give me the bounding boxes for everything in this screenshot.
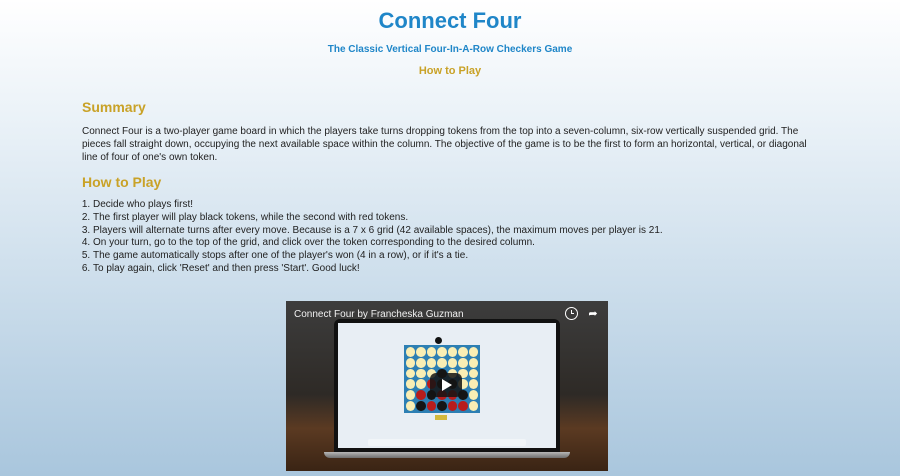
board-cell — [458, 347, 468, 357]
page-title: Connect Four — [378, 8, 522, 33]
step-item: On your turn, go to the top of the grid,… — [93, 237, 813, 250]
video-embed[interactable]: Connect Four by Francheska Guzman ➦ — [286, 301, 608, 471]
board-cell — [437, 357, 447, 368]
board-cell — [406, 379, 416, 390]
board-cell — [447, 401, 458, 411]
board-cell — [416, 347, 426, 357]
summary-text: Connect Four is a two-player game board … — [82, 126, 807, 163]
board-cell — [406, 401, 416, 411]
board-cell — [458, 357, 468, 368]
board-cell — [416, 368, 426, 379]
video-title[interactable]: Connect Four by Francheska Guzman — [294, 309, 464, 320]
step-item: Players will alternate turns after every… — [93, 225, 813, 238]
board-cell — [437, 347, 447, 357]
board-cell — [468, 347, 478, 357]
play-icon[interactable] — [430, 373, 462, 397]
board-cell — [468, 390, 478, 401]
board-cell — [406, 390, 416, 401]
board-cell — [468, 357, 478, 368]
dock — [368, 439, 526, 446]
board-cell — [468, 368, 478, 379]
step-item: Decide who plays first! — [93, 199, 813, 212]
summary-heading: Summary — [82, 99, 146, 115]
reset-button-preview — [435, 415, 447, 420]
video-controls: ➦ — [565, 307, 600, 321]
board-cell — [437, 401, 447, 411]
step-item: To play again, click 'Reset' and then pr… — [93, 263, 813, 276]
token-icon — [435, 337, 442, 344]
board-cell — [426, 347, 437, 357]
board-cell — [468, 401, 478, 411]
laptop-base — [324, 452, 570, 458]
board-cell — [468, 379, 478, 390]
step-item: The game automatically stops after one o… — [93, 250, 813, 263]
board-cell — [416, 379, 426, 390]
how-to-play-heading: How to Play — [82, 174, 162, 190]
page-subtitle: The Classic Vertical Four-In-A-Row Check… — [327, 44, 573, 55]
board-cell — [426, 401, 437, 411]
board-cell — [447, 347, 458, 357]
board-cell — [406, 368, 416, 379]
how-to-play-link[interactable]: How to Play — [0, 65, 900, 77]
board-cell — [458, 401, 468, 411]
board-cell — [416, 401, 426, 411]
how-to-play-steps: Decide who plays first! The first player… — [79, 199, 813, 276]
board-cell — [406, 347, 416, 357]
board-cell — [416, 357, 426, 368]
board-cell — [416, 390, 426, 401]
clock-icon[interactable] — [565, 307, 578, 320]
board-cell — [406, 357, 416, 368]
board-cell — [447, 357, 458, 368]
board-cell — [426, 357, 437, 368]
step-item: The first player will play black tokens,… — [93, 212, 813, 225]
share-icon[interactable]: ➦ — [586, 307, 600, 321]
